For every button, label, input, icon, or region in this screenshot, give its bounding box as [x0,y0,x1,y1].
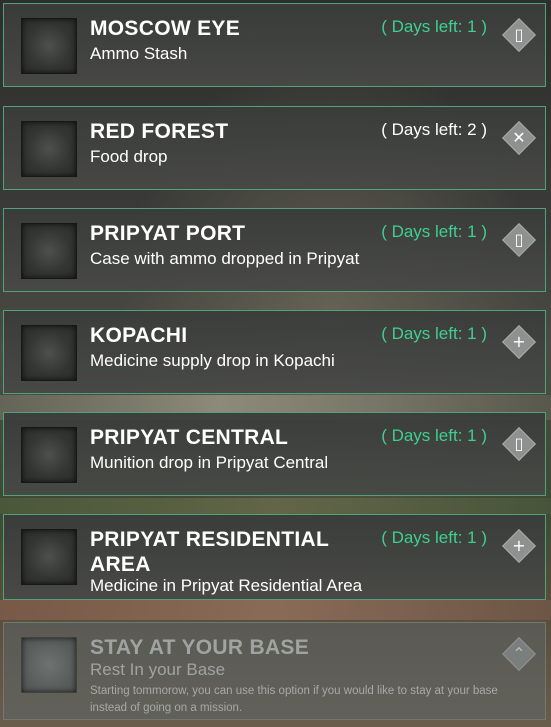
mission-title: KOPACHI [90,324,188,347]
mission-title: PRIPYAT PORT [90,222,246,245]
mission-thumbnail [21,223,77,279]
background-forest [0,498,551,514]
mission-title: MOSCOW EYE [90,17,241,40]
background-ground [0,600,551,620]
mission-thumbnail [21,637,77,693]
stay-title: STAY AT YOUR BASE [90,636,310,659]
stay-subtitle: Rest In your Base [90,660,226,679]
mission-card[interactable]: PRIPYAT PORT Case with ammo dropped in P… [3,208,546,292]
days-left: ( Days left: 1 ) [381,528,487,547]
mission-thumbnail [21,18,77,74]
mission-card[interactable]: RED FOREST Food drop ( Days left: 2 ) ✕ [3,106,546,190]
mission-subtitle: Ammo Stash [90,44,188,63]
mission-title: PRIPYAT RESIDENTIAL AREA [90,528,329,576]
mission-title: RED FOREST [90,120,229,143]
mission-thumbnail [21,121,77,177]
mission-subtitle: Case with ammo dropped in Pripyat [90,249,360,268]
mission-card[interactable]: MOSCOW EYE Ammo Stash ( Days left: 1 ) ▯ [3,3,546,87]
mission-subtitle: Medicine in Pripyat Residential Area [90,576,363,595]
mission-card[interactable]: KOPACHI Medicine supply drop in Kopachi … [3,310,546,394]
days-left: ( Days left: 1 ) [381,324,487,343]
days-left: ( Days left: 1 ) [381,17,487,36]
mission-subtitle: Munition drop in Pripyat Central [90,453,329,472]
stay-at-base-card[interactable]: STAY AT YOUR BASE Rest In your Base Star… [3,622,546,720]
mission-thumbnail [21,529,77,585]
mission-subtitle: Medicine supply drop in Kopachi [90,351,335,370]
stay-description: Starting tommorow, you can use this opti… [90,685,498,714]
medicine-icon: + [502,529,536,563]
days-left: ( Days left: 1 ) [381,222,487,241]
days-left: ( Days left: 2 ) [381,120,487,139]
mission-card[interactable]: PRIPYAT CENTRAL Munition drop in Pripyat… [3,412,546,496]
days-left: ( Days left: 1 ) [381,426,487,445]
mission-thumbnail [21,427,77,483]
mission-subtitle: Food drop [90,147,168,166]
mission-thumbnail [21,325,77,381]
mission-title: PRIPYAT CENTRAL [90,426,289,449]
mission-card[interactable]: PRIPYAT RESIDENTIAL AREA Medicine in Pri… [3,514,546,600]
